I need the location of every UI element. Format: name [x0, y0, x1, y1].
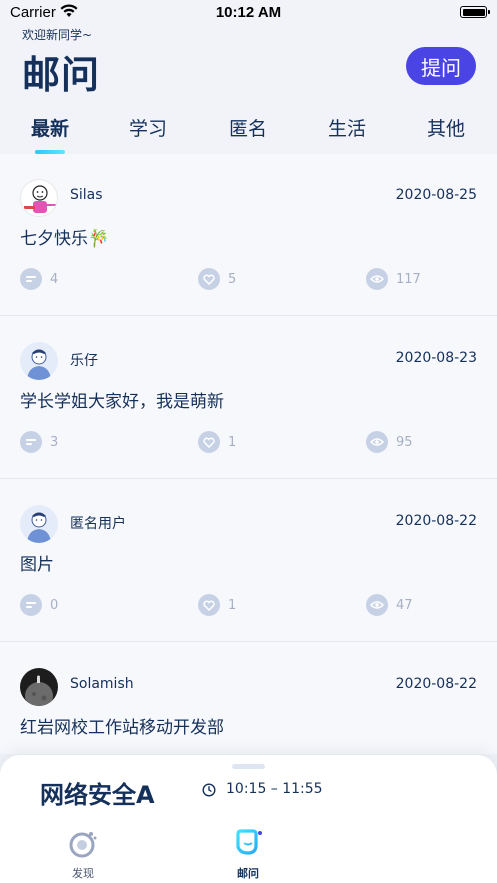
course-time: 10:15 – 11:55	[226, 781, 323, 797]
post-author: Solamish	[70, 676, 134, 692]
moon-avatar-icon	[25, 675, 53, 706]
post-content: 图片	[20, 555, 54, 575]
post-card[interactable]: Solamish 2020-08-22 红岩网校工作站移动开发部	[0, 643, 497, 754]
eye-icon	[366, 594, 388, 616]
default-avatar-icon	[27, 349, 51, 380]
clock-icon	[202, 783, 216, 797]
post-date: 2020-08-25	[395, 187, 477, 203]
like-count: 1	[228, 434, 237, 450]
avatar[interactable]	[20, 179, 58, 217]
post-author: 乐仔	[70, 353, 98, 369]
course-name: 网络安全A	[40, 781, 155, 809]
tab-bar-label: 发现	[72, 867, 94, 880]
view-stat: 95	[366, 431, 413, 453]
tab-life[interactable]: 生活	[307, 114, 387, 141]
category-tabs: 最新 学习 匿名 生活 其他	[0, 110, 497, 154]
post-date: 2020-08-22	[395, 513, 477, 529]
discover-icon	[69, 832, 97, 858]
welcome-text: 欢迎新同学~	[22, 28, 93, 42]
default-avatar-icon	[27, 512, 51, 543]
like-count: 5	[228, 271, 237, 287]
comment-count: 4	[50, 271, 59, 287]
course-bottom-sheet[interactable]: 网络安全A 10:15 – 11:55 发现 邮问	[0, 755, 497, 883]
tab-latest[interactable]: 最新	[10, 114, 90, 141]
drag-handle[interactable]	[232, 764, 265, 769]
status-time: 10:12 AM	[215, 4, 282, 21]
qa-icon	[236, 829, 262, 855]
status-bar: Carrier 10:12 AM	[0, 0, 497, 26]
heart-icon	[198, 431, 220, 453]
comment-count: 0	[50, 597, 59, 613]
comment-icon	[20, 268, 42, 290]
post-content: 红岩网校工作站移动开发部	[20, 718, 224, 738]
avatar[interactable]	[20, 505, 58, 543]
post-author: Silas	[70, 187, 103, 203]
like-stat[interactable]: 5	[198, 268, 236, 290]
post-author: 匿名用户	[70, 516, 126, 532]
comment-count: 3	[50, 434, 59, 450]
like-stat[interactable]: 1	[198, 594, 236, 616]
tab-bar-qa[interactable]: 邮问	[208, 829, 288, 881]
comment-stat[interactable]: 3	[20, 431, 58, 453]
tab-anonymous[interactable]: 匿名	[208, 114, 288, 141]
like-count: 1	[228, 597, 237, 613]
avatar[interactable]	[20, 342, 58, 380]
heart-icon	[198, 268, 220, 290]
bottom-tab-bar: 发现 邮问	[0, 823, 497, 883]
post-date: 2020-08-22	[395, 676, 477, 692]
view-count: 47	[396, 597, 413, 613]
post-content: 七夕快乐🎋	[20, 229, 110, 249]
heart-icon	[198, 594, 220, 616]
post-content: 学长学姐大家好，我是萌新	[20, 392, 224, 412]
view-stat: 117	[366, 268, 421, 290]
avatar[interactable]	[20, 668, 58, 706]
post-feed[interactable]: Silas 2020-08-25 七夕快乐🎋 4 5 117 乐仔 2020-0…	[0, 154, 497, 754]
tab-bar-label: 邮问	[237, 867, 259, 880]
post-card[interactable]: 乐仔 2020-08-23 学长学姐大家好，我是萌新 3 1 95	[0, 317, 497, 479]
tab-bar-discover[interactable]: 发现	[43, 829, 123, 881]
post-card[interactable]: 匿名用户 2020-08-22 图片 0 1 47	[0, 480, 497, 642]
comment-stat[interactable]: 0	[20, 594, 58, 616]
comment-stat[interactable]: 4	[20, 268, 58, 290]
eye-icon	[366, 431, 388, 453]
post-card[interactable]: Silas 2020-08-25 七夕快乐🎋 4 5 117	[0, 154, 497, 316]
tab-other[interactable]: 其他	[406, 114, 486, 141]
post-date: 2020-08-23	[395, 350, 477, 366]
comment-icon	[20, 431, 42, 453]
page-title: 邮问	[22, 53, 101, 97]
like-stat[interactable]: 1	[198, 431, 236, 453]
tab-study[interactable]: 学习	[108, 114, 188, 141]
view-count: 95	[396, 434, 413, 450]
comment-icon	[20, 594, 42, 616]
cartoon-avatar-icon	[24, 185, 56, 213]
view-stat: 47	[366, 594, 413, 616]
view-count: 117	[396, 271, 421, 287]
eye-icon	[366, 268, 388, 290]
ask-question-button[interactable]: 提问	[406, 47, 476, 85]
battery-icon	[460, 6, 490, 18]
